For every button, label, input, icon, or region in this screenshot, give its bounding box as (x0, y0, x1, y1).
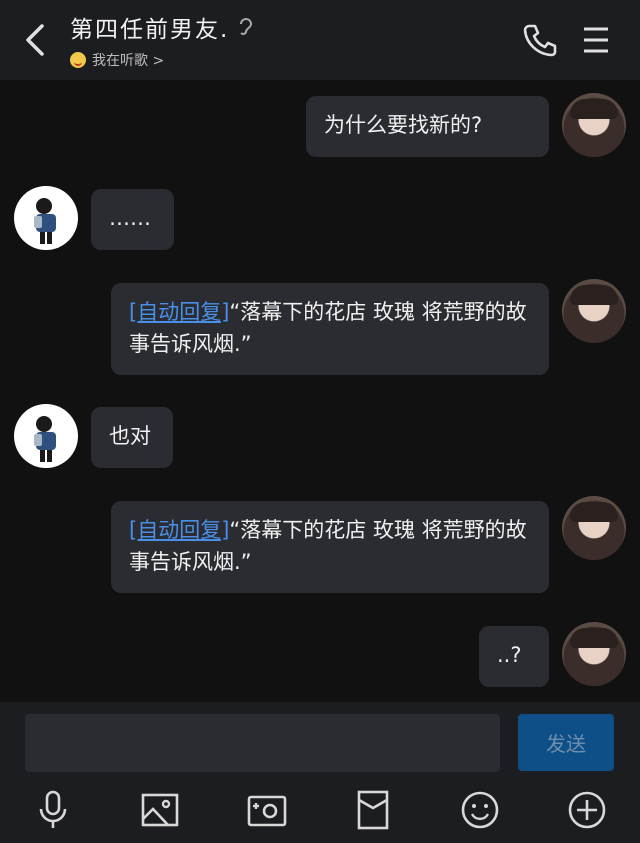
back-arrow-icon (26, 24, 44, 56)
auto-reply-tag[interactable]: [自动回复] (129, 518, 229, 542)
contact-avatar[interactable] (14, 404, 78, 468)
camera-button[interactable] (245, 788, 289, 832)
message-text: ..? (497, 643, 522, 667)
red-packet-button[interactable] (351, 788, 395, 832)
contact-avatar[interactable] (14, 186, 78, 250)
message-bubble-outgoing[interactable]: [自动回复]“落幕下的花店 玫瑰 将荒野的故事告诉风烟.” (111, 501, 549, 593)
message-text: 为什么要找新的? (324, 113, 483, 137)
phone-icon (523, 24, 557, 57)
menu-icon (584, 27, 608, 53)
call-button[interactable] (518, 20, 560, 60)
photo-button[interactable] (138, 788, 182, 832)
my-avatar[interactable] (562, 496, 626, 560)
camera-icon (247, 795, 287, 827)
my-avatar[interactable] (562, 279, 626, 343)
red-packet-icon (357, 790, 389, 830)
menu-button[interactable] (576, 20, 616, 60)
status-emoji-icon (70, 52, 86, 68)
message-bubble-outgoing[interactable]: [自动回复]“落幕下的花店 玫瑰 将荒野的故事告诉风烟.” (111, 283, 549, 375)
chat-header: 第四任前男友. 我在听歌 > (0, 0, 640, 80)
voice-button[interactable] (31, 788, 75, 832)
message-text: 也对 (109, 424, 151, 448)
message-bubble-incoming[interactable]: …… (91, 189, 174, 250)
cartoon-person-icon (34, 416, 56, 462)
my-avatar[interactable] (562, 93, 626, 157)
send-button[interactable]: 发送 (518, 714, 614, 771)
contact-info[interactable]: 第四任前男友. 我在听歌 > (70, 10, 255, 70)
message-text: …… (109, 206, 151, 230)
input-bar: 发送 (0, 702, 640, 843)
message-bubble-outgoing[interactable]: 为什么要找新的? (306, 96, 549, 157)
back-button[interactable] (16, 20, 56, 60)
cartoon-person-icon (34, 198, 56, 244)
emoji-icon (461, 791, 499, 829)
microphone-icon (39, 790, 67, 828)
image-icon (141, 793, 179, 827)
more-button[interactable] (565, 788, 609, 832)
plus-icon (568, 791, 606, 829)
auto-reply-tag[interactable]: [自动回复] (129, 300, 229, 324)
contact-name: 第四任前男友. (70, 17, 230, 43)
ear-icon (240, 18, 253, 35)
contact-status: 我在听歌 > (92, 53, 165, 69)
message-bubble-incoming[interactable]: 也对 (91, 407, 173, 468)
message-list[interactable]: 为什么要找新的? …… [自动回复]“落幕下的花店 玫瑰 将荒野的故事告诉风烟.… (0, 80, 640, 702)
my-avatar[interactable] (562, 622, 626, 686)
emoji-button[interactable] (458, 788, 502, 832)
message-bubble-outgoing[interactable]: ..? (479, 626, 549, 687)
message-input[interactable] (25, 714, 500, 772)
